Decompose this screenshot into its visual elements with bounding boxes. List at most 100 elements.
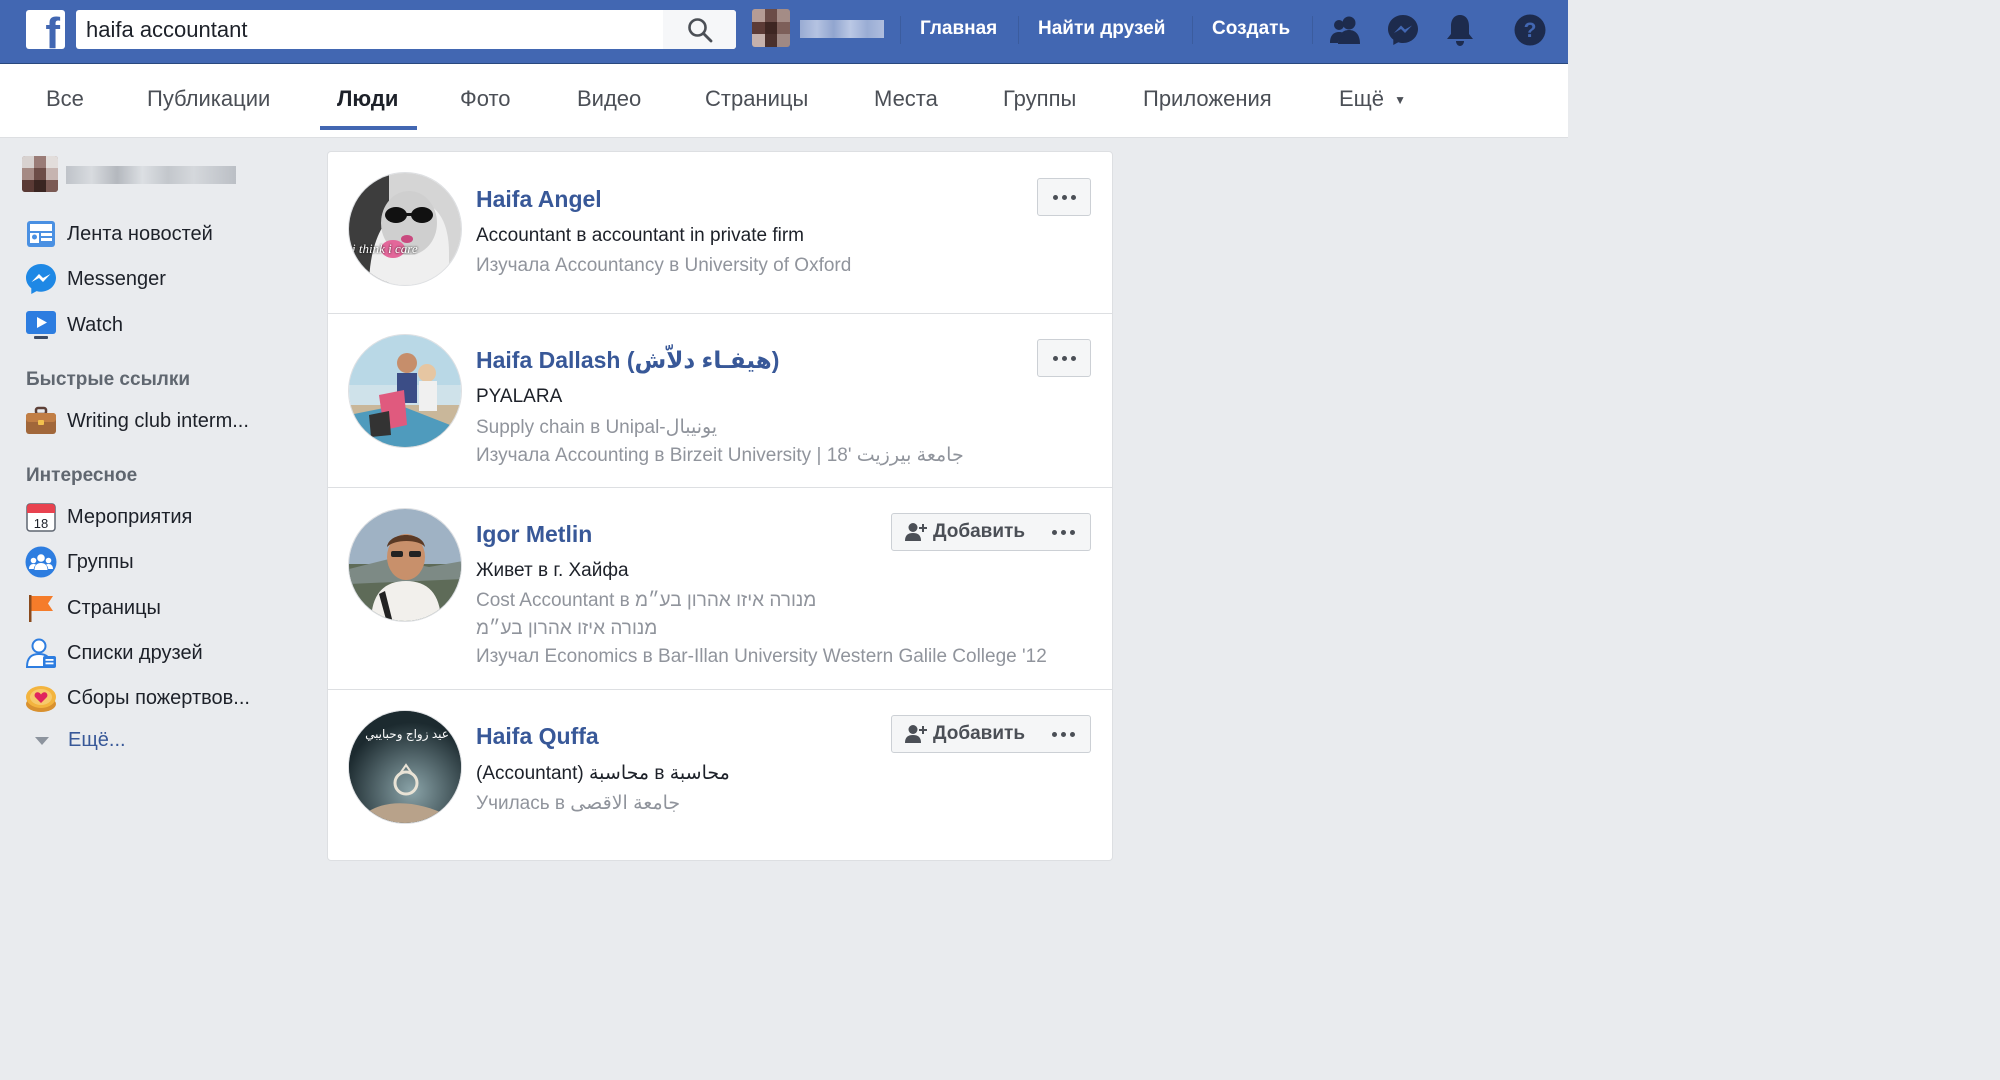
profile-avatar[interactable]: [752, 9, 790, 47]
messenger-icon[interactable]: [1385, 12, 1421, 48]
add-friend-button[interactable]: Добавить: [891, 513, 1039, 551]
result-item: عيد زواج وحبايبي Haifa Quffa (Accountant…: [328, 690, 1112, 862]
watch-icon: [24, 308, 58, 342]
caret-down-icon: ▼: [1394, 93, 1407, 108]
add-friend-button[interactable]: Добавить: [891, 715, 1039, 753]
sidebar-item-messenger[interactable]: Messenger: [24, 262, 166, 296]
sidebar-profile-avatar[interactable]: [22, 156, 58, 192]
active-tab-indicator: [320, 126, 417, 130]
sidebar-item-news-feed[interactable]: Лента новостей: [24, 217, 213, 251]
result-detail: Изучал Economics в Bar-Illan University …: [476, 646, 1047, 667]
calendar-icon: 18: [24, 500, 58, 534]
sidebar-item-friend-lists[interactable]: Списки друзей: [24, 636, 203, 670]
sidebar-item-label: Watch: [67, 313, 123, 336]
ellipsis-icon: [1052, 355, 1076, 361]
sidebar-item-events[interactable]: 18 Мероприятия: [24, 500, 192, 534]
sidebar-item-pages[interactable]: Страницы: [24, 591, 161, 625]
nav-home-link[interactable]: Главная: [920, 18, 997, 40]
result-name-link[interactable]: Haifa Dallash (هيفـاء دلاّش): [476, 347, 779, 374]
add-friend-label: Добавить: [932, 723, 1026, 744]
sidebar-more-label: Ещё...: [68, 729, 126, 751]
quick-links-heading: Быстрые ссылки: [26, 369, 191, 390]
result-detail: Изучала Accounting в Birzeit University …: [476, 445, 964, 466]
search-icon: [687, 17, 712, 42]
result-name-link[interactable]: Haifa Quffa: [476, 723, 599, 750]
result-avatar[interactable]: i think i care: [348, 172, 462, 286]
tab-posts[interactable]: Публикации: [147, 86, 270, 112]
result-avatar[interactable]: عيد زواج وحبايبي: [348, 710, 462, 824]
sidebar-profile-name-blurred[interactable]: [66, 166, 236, 184]
search-button[interactable]: [663, 10, 736, 49]
result-detail: מנורה איזו אהרון בע״מ: [476, 618, 658, 639]
facebook-logo[interactable]: f: [26, 10, 65, 49]
sidebar-item-groups[interactable]: Группы: [24, 545, 134, 579]
result-name-link[interactable]: Igor Metlin: [476, 521, 592, 548]
sidebar-item-watch[interactable]: Watch: [24, 308, 123, 342]
tab-places[interactable]: Места: [874, 86, 938, 112]
tab-videos[interactable]: Видео: [577, 86, 641, 112]
sidebar-item-label: Мероприятия: [67, 505, 193, 528]
result-item: i think i care Haifa Angel Accountant в …: [328, 152, 1112, 314]
sidebar-item-label: Группы: [67, 550, 134, 573]
result-avatar[interactable]: [348, 334, 462, 448]
ellipsis-icon: [1052, 529, 1075, 535]
add-friend-icon: [904, 725, 927, 743]
result-detail: Supply chain в Unipal-يونيبال: [476, 417, 718, 438]
calendar-day-text: 18: [34, 516, 48, 531]
people-results-list: i think i care Haifa Angel Accountant в …: [327, 151, 1113, 861]
notifications-bell-icon[interactable]: [1442, 12, 1478, 48]
sidebar-item-label: Страницы: [67, 596, 161, 619]
friend-lists-icon: [24, 636, 58, 670]
more-options-button[interactable]: [1037, 178, 1091, 216]
nav-divider: [1312, 16, 1313, 44]
search-input[interactable]: [76, 10, 662, 49]
result-detail: (Accountant) محاسبة в محاسبة: [476, 763, 730, 784]
news-feed-icon: [24, 217, 58, 251]
briefcase-icon: [24, 404, 58, 438]
nav-divider: [1192, 16, 1193, 44]
search-box: [76, 10, 736, 49]
sidebar-item-writing-club[interactable]: Writing club interm...: [24, 404, 249, 438]
avatar-caption: عيد زواج وحبايبي: [365, 727, 449, 741]
tab-more[interactable]: Ещё ▼: [1339, 86, 1406, 112]
more-options-button[interactable]: [1037, 513, 1091, 551]
svg-text:?: ?: [1524, 19, 1537, 42]
more-options-button[interactable]: [1037, 715, 1091, 753]
result-detail: Изучала Accountancy в University of Oxfo…: [476, 255, 852, 276]
more-options-button[interactable]: [1037, 339, 1091, 377]
caret-down-icon: [35, 736, 49, 745]
add-friend-icon: [904, 523, 927, 541]
result-item: Igor Metlin Живет в г. Хайфа Cost Accoun…: [328, 488, 1112, 690]
sidebar-see-more[interactable]: Ещё...: [34, 729, 126, 752]
tab-apps[interactable]: Приложения: [1143, 86, 1272, 112]
tab-people[interactable]: Люди: [337, 86, 398, 112]
tab-all[interactable]: Все: [46, 86, 84, 112]
groups-icon: [24, 545, 58, 579]
top-navigation-bar: f Главная Найти друзей Создать: [0, 0, 1568, 64]
explore-heading: Интересное: [26, 465, 138, 486]
fundraiser-icon: [24, 681, 58, 715]
nav-divider: [900, 16, 901, 44]
ellipsis-icon: [1052, 194, 1076, 200]
result-detail: Cost Accountant в מנורה איזו אהרון בע״מ: [476, 590, 817, 611]
friend-requests-icon[interactable]: [1328, 12, 1364, 48]
add-friend-label: Добавить: [932, 521, 1026, 542]
profile-name-blurred[interactable]: [800, 20, 884, 38]
tab-groups[interactable]: Группы: [1003, 86, 1076, 112]
help-icon[interactable]: ?: [1512, 12, 1548, 48]
nav-divider: [1018, 16, 1019, 44]
sidebar-item-label: Лента новостей: [67, 222, 213, 245]
sidebar-item-label: Списки друзей: [67, 641, 203, 664]
tab-photos[interactable]: Фото: [460, 86, 511, 112]
tab-pages[interactable]: Страницы: [705, 86, 808, 112]
nav-create-link[interactable]: Создать: [1212, 18, 1290, 40]
messenger-icon: [24, 262, 58, 296]
result-item: Haifa Dallash (هيفـاء دلاّش) PYALARA Sup…: [328, 314, 1112, 488]
sidebar-item-label: Сборы пожертвов...: [67, 686, 250, 709]
result-name-link[interactable]: Haifa Angel: [476, 186, 602, 213]
result-avatar[interactable]: [348, 508, 462, 622]
search-filter-tabs: Все Публикации Люди Фото Видео Страницы …: [0, 64, 1568, 138]
nav-find-friends-link[interactable]: Найти друзей: [1038, 18, 1165, 40]
result-detail: Живет в г. Хайфа: [476, 560, 629, 581]
sidebar-item-fundraisers[interactable]: Сборы пожертвов...: [24, 681, 250, 715]
